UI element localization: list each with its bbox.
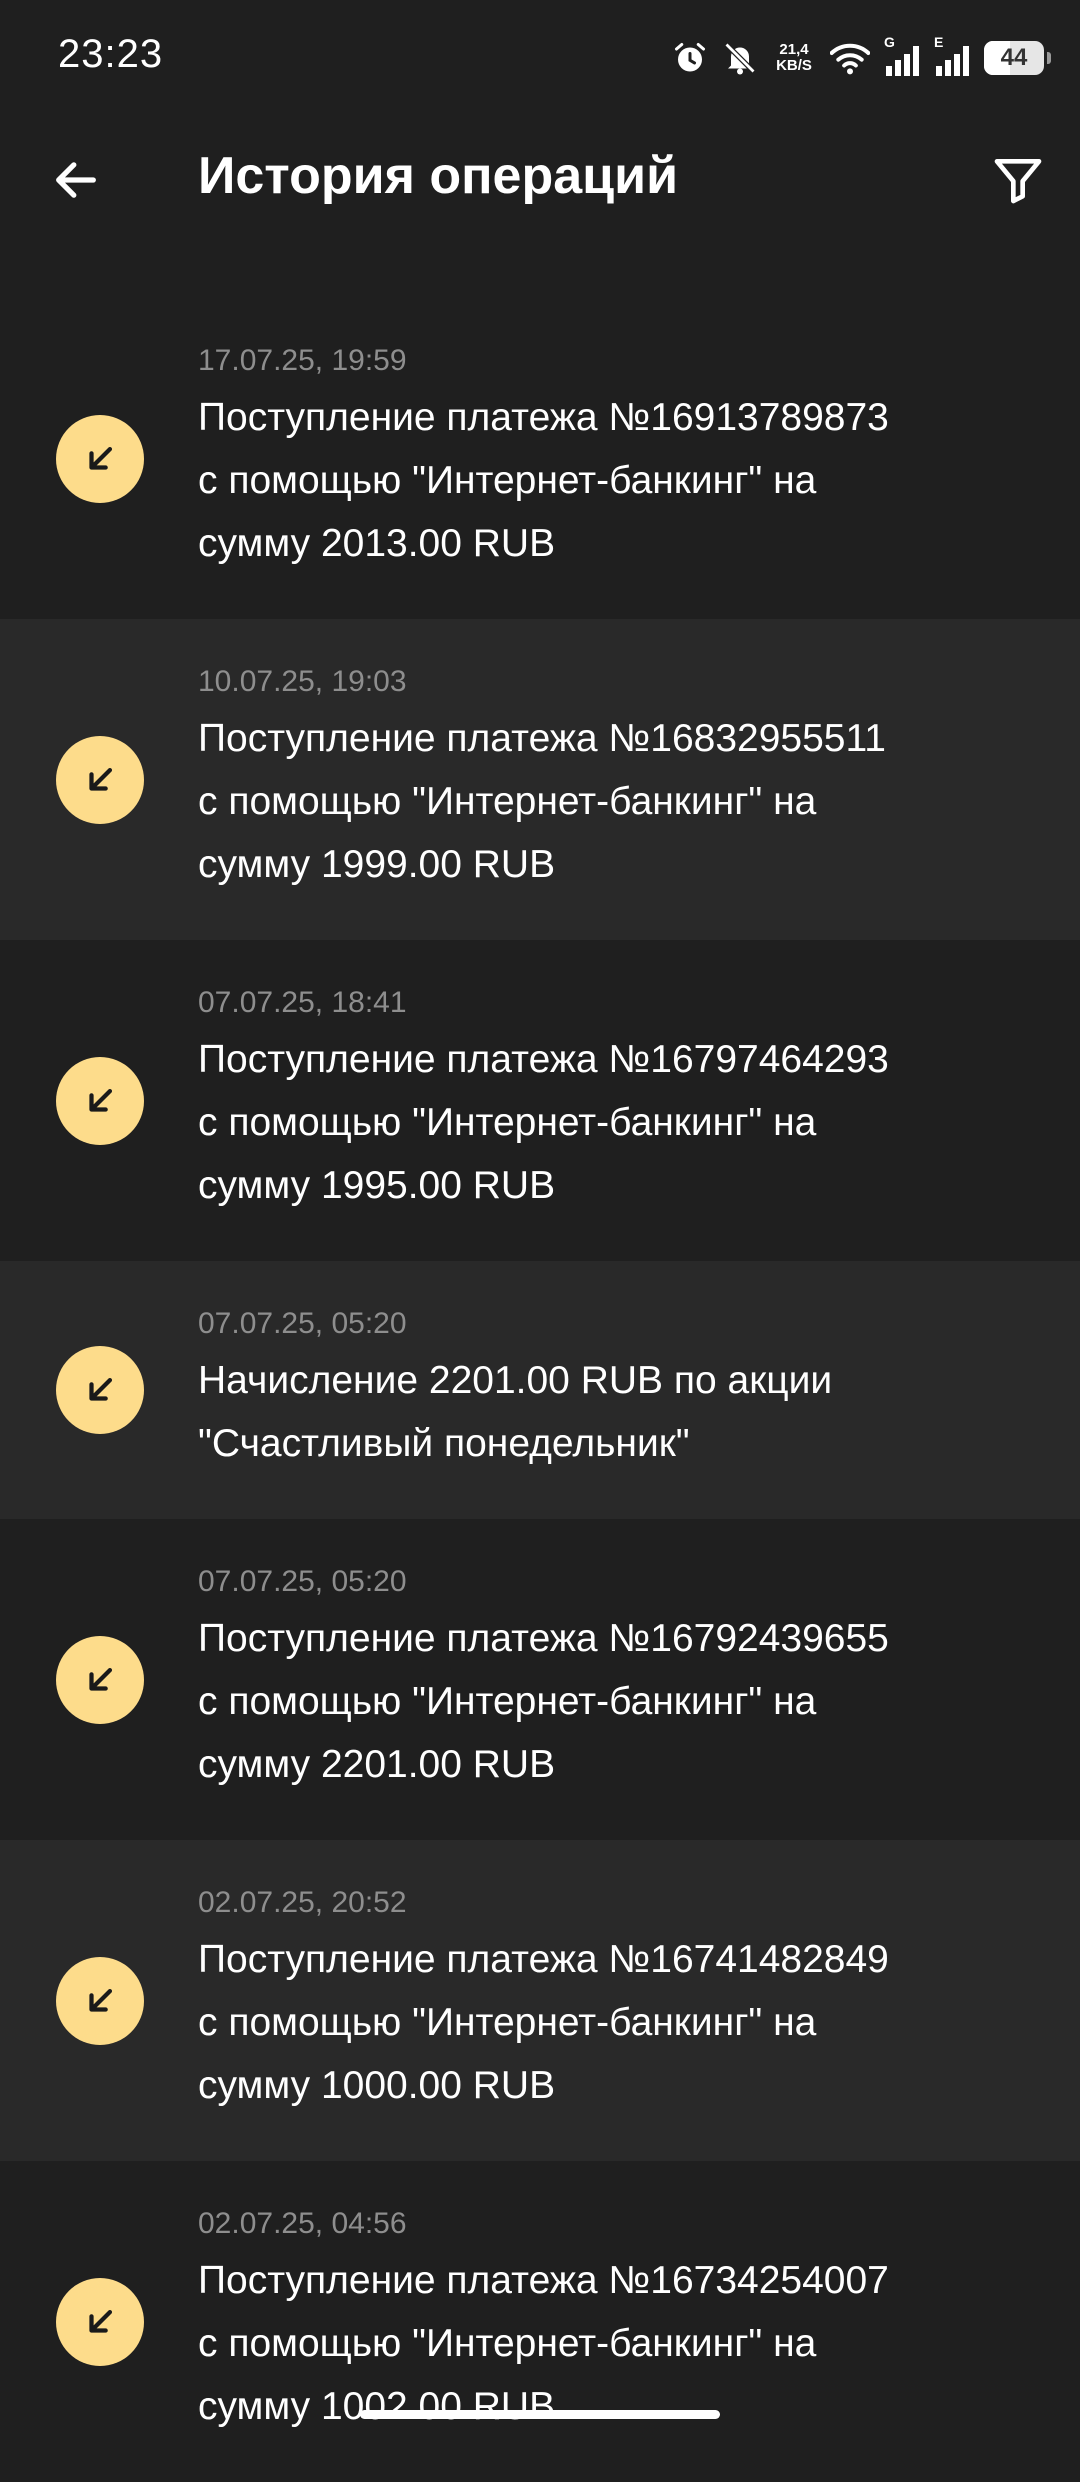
- incoming-arrow-icon: [56, 1956, 144, 2045]
- operation-date: 17.07.25, 19:59: [198, 344, 407, 377]
- operation-row[interactable]: 07.07.25, 05:20 Начисление 2201.00 RUB п…: [0, 1261, 1080, 1519]
- alarm-icon: [672, 40, 708, 76]
- incoming-arrow-icon: [56, 1635, 144, 1724]
- operation-date: 07.07.25, 05:20: [198, 1565, 407, 1598]
- filter-button[interactable]: [978, 140, 1058, 220]
- operation-row[interactable]: 17.07.25, 19:59 Поступление платежа №169…: [0, 298, 1080, 619]
- incoming-arrow-icon: [56, 735, 144, 824]
- incoming-arrow-icon: [56, 414, 144, 503]
- operation-description: Поступление платежа №16741482849 с помощ…: [198, 1938, 889, 2107]
- arrow-left-icon: [56, 162, 96, 198]
- app-header: История операций: [0, 118, 1080, 238]
- net-speed: 21,4 KB/S: [772, 42, 816, 74]
- operation-row[interactable]: 02.07.25, 20:52 Поступление платежа №167…: [0, 1840, 1080, 2161]
- page-title: История операций: [198, 147, 679, 205]
- cell-signal-1-icon: G: [884, 34, 920, 78]
- operation-date: 02.07.25, 20:52: [198, 1886, 407, 1919]
- home-indicator[interactable]: [360, 2410, 720, 2419]
- operations-list: 17.07.25, 19:59 Поступление платежа №169…: [0, 298, 1080, 2482]
- operation-description: Поступление платежа №16832955511 с помощ…: [198, 717, 886, 886]
- incoming-arrow-icon: [56, 1056, 144, 1145]
- battery-tip: [1047, 52, 1051, 64]
- operation-description: Поступление платежа №16913789873 с помощ…: [198, 396, 889, 565]
- battery-icon: 44: [984, 41, 1051, 75]
- status-time: 23:23: [58, 32, 164, 76]
- back-button[interactable]: [36, 140, 116, 220]
- operation-row[interactable]: 10.07.25, 19:03 Поступление платежа №168…: [0, 619, 1080, 940]
- operation-description: Начисление 2201.00 RUB по акции "Счастли…: [198, 1359, 833, 1465]
- net-speed-value: 21,4: [779, 41, 809, 58]
- status-bar: 23:23 21,4 KB/S G E 44: [0, 0, 1080, 118]
- incoming-arrow-icon: [56, 1346, 144, 1434]
- incoming-arrow-icon: [56, 2277, 144, 2366]
- net-speed-unit: KB/S: [776, 57, 812, 74]
- operation-row[interactable]: 07.07.25, 05:20 Поступление платежа №167…: [0, 1519, 1080, 1840]
- filter-funnel-icon: [994, 159, 1042, 204]
- operation-date: 10.07.25, 19:03: [198, 665, 407, 698]
- wifi-icon: [830, 41, 870, 75]
- cell-signal-2-icon: E: [934, 34, 970, 78]
- notifications-off-icon: [722, 40, 758, 76]
- operation-description: Поступление платежа №16792439655 с помощ…: [198, 1617, 889, 1786]
- operation-description: Поступление платежа №16797464293 с помощ…: [198, 1038, 889, 1207]
- operation-date: 07.07.25, 18:41: [198, 986, 407, 1019]
- battery-level: 44: [1000, 44, 1028, 71]
- status-icons: 21,4 KB/S G E 44: [672, 34, 1051, 82]
- operation-date: 07.07.25, 05:20: [198, 1307, 407, 1340]
- operation-date: 02.07.25, 04:56: [198, 2207, 407, 2240]
- operation-row[interactable]: 02.07.25, 04:56 Поступление платежа №167…: [0, 2161, 1080, 2482]
- operation-row[interactable]: 07.07.25, 18:41 Поступление платежа №167…: [0, 940, 1080, 1261]
